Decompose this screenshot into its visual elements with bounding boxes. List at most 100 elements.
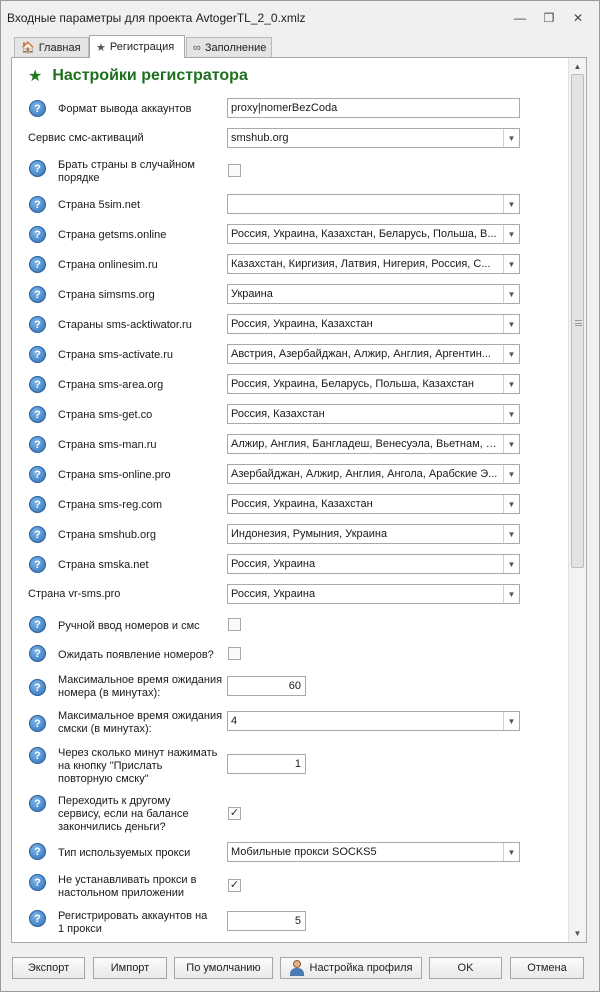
help-icon[interactable]: ? xyxy=(29,316,46,333)
field-label: 1 прокси xyxy=(58,923,102,935)
help-icon[interactable]: ? xyxy=(29,466,46,483)
help-icon[interactable]: ? xyxy=(29,496,46,513)
country-reg-select[interactable]: Россия, Украина, Казахстан ▼ xyxy=(227,494,520,514)
help-icon[interactable]: ? xyxy=(29,526,46,543)
random-order-checkbox[interactable] xyxy=(228,164,241,177)
select-value: Азербайджан, Алжир, Англия, Ангола, Араб… xyxy=(231,468,498,480)
country-5sim-select[interactable]: ▼ xyxy=(227,194,520,214)
help-icon[interactable]: ? xyxy=(29,910,46,927)
select-value: Россия, Украина, Беларусь, Польша, Казах… xyxy=(231,378,474,390)
country-get-select[interactable]: Россия, Казахстан ▼ xyxy=(227,404,520,424)
help-icon[interactable]: ? xyxy=(29,795,46,812)
switch-service-checkbox[interactable]: ✓ xyxy=(228,807,241,820)
help-icon[interactable]: ? xyxy=(29,256,46,273)
country-online-select[interactable]: Азербайджан, Алжир, Англия, Ангола, Араб… xyxy=(227,464,520,484)
close-icon[interactable]: ✕ xyxy=(570,10,586,26)
restore-icon[interactable]: ❐ xyxy=(541,10,557,26)
country-man-select[interactable]: Алжир, Англия, Бангладеш, Венесуэла, Вье… xyxy=(227,434,520,454)
country-activate-select[interactable]: Австрия, Азербайджан, Алжир, Англия, Арг… xyxy=(227,344,520,364)
help-icon[interactable]: ? xyxy=(29,160,46,177)
country-onlinesim-select[interactable]: Казахстан, Киргизия, Латвия, Нигерия, Ро… xyxy=(227,254,520,274)
ok-button[interactable]: OK xyxy=(429,957,502,979)
field-label: Страна onlinesim.ru xyxy=(58,259,158,271)
help-icon[interactable]: ? xyxy=(29,645,46,662)
field-label: Страна smshub.org xyxy=(58,529,156,541)
tab-filling[interactable]: ∞ Заполнение xyxy=(186,37,272,57)
tab-registration[interactable]: ★ Регистрация xyxy=(89,35,185,58)
help-icon[interactable]: ? xyxy=(29,874,46,891)
help-icon[interactable]: ? xyxy=(29,196,46,213)
chevron-down-icon: ▼ xyxy=(503,712,519,730)
help-icon[interactable]: ? xyxy=(29,843,46,860)
help-icon[interactable]: ? xyxy=(29,226,46,243)
wait-numbers-checkbox[interactable] xyxy=(228,647,241,660)
country-smska-select[interactable]: Россия, Украина ▼ xyxy=(227,554,520,574)
section-title: Настройки регистратора xyxy=(52,67,248,84)
field-label: Страна sms-activate.ru xyxy=(58,349,174,361)
resend-after-input[interactable]: 1 xyxy=(227,754,306,774)
sms-service-select[interactable]: smshub.org ▼ xyxy=(227,128,520,148)
max-wait-number-input[interactable]: 60 xyxy=(227,676,306,696)
output-format-input[interactable]: proxy|nomerBezCoda xyxy=(227,98,520,118)
help-icon[interactable]: ? xyxy=(29,747,46,764)
export-button[interactable]: Экспорт xyxy=(12,957,85,979)
country-smshub-select[interactable]: Индонезия, Румыния, Украина ▼ xyxy=(227,524,520,544)
no-desktop-proxy-checkbox[interactable]: ✓ xyxy=(228,879,241,892)
max-wait-sms-select[interactable]: 4 ▼ xyxy=(227,711,520,731)
select-value: Россия, Украина, Казахстан xyxy=(231,318,373,330)
accounts-per-proxy-input[interactable]: 5 xyxy=(227,911,306,931)
chevron-down-icon: ▼ xyxy=(503,315,519,333)
help-icon[interactable]: ? xyxy=(29,616,46,633)
field-label: Страна sms-man.ru xyxy=(58,439,157,451)
scrollbar-thumb[interactable] xyxy=(571,74,584,568)
profile-settings-button[interactable]: Настройка профиля xyxy=(280,957,422,979)
chevron-down-icon: ▼ xyxy=(503,195,519,213)
proxy-type-select[interactable]: Мобильные прокси SOCKS5 ▼ xyxy=(227,842,520,862)
field-label: Стараны sms-acktiwator.ru xyxy=(58,319,192,331)
chevron-down-icon: ▼ xyxy=(503,285,519,303)
grip-icon xyxy=(575,320,582,326)
scroll-up-icon[interactable]: ▲ xyxy=(569,59,586,73)
minimize-icon[interactable]: — xyxy=(512,10,528,26)
field-label: закончились деньги? xyxy=(58,821,166,833)
home-icon: 🏠 xyxy=(21,42,35,54)
manual-input-checkbox[interactable] xyxy=(228,618,241,631)
chevron-down-icon: ▼ xyxy=(503,555,519,573)
cancel-button[interactable]: Отмена xyxy=(510,957,584,979)
tab-label: Регистрация xyxy=(109,41,175,53)
star-icon: ★ xyxy=(28,68,43,85)
help-icon[interactable]: ? xyxy=(29,286,46,303)
help-icon[interactable]: ? xyxy=(29,346,46,363)
scroll-down-icon[interactable]: ▼ xyxy=(569,926,586,940)
field-label: Регистрировать аккаунтов на xyxy=(58,910,208,922)
select-value: Индонезия, Румыния, Украина xyxy=(231,528,388,540)
help-icon[interactable]: ? xyxy=(29,376,46,393)
field-label: Страна sms-online.pro xyxy=(58,469,171,481)
default-button[interactable]: По умолчанию xyxy=(174,957,273,979)
field-label: Страна vr-sms.pro xyxy=(28,588,121,600)
help-icon[interactable]: ? xyxy=(29,556,46,573)
help-icon[interactable]: ? xyxy=(29,406,46,423)
country-simsms-select[interactable]: Украина ▼ xyxy=(227,284,520,304)
chevron-down-icon: ▼ xyxy=(503,525,519,543)
field-label: настольном приложении xyxy=(58,887,185,899)
country-actiwator-select[interactable]: Россия, Украина, Казахстан ▼ xyxy=(227,314,520,334)
user-profile-icon xyxy=(289,960,304,976)
select-value: Россия, Украина, Казахстан, Беларусь, По… xyxy=(231,228,497,240)
field-label: Страна sms-area.org xyxy=(58,379,164,391)
star-icon: ★ xyxy=(96,41,106,54)
country-area-select[interactable]: Россия, Украина, Беларусь, Польша, Казах… xyxy=(227,374,520,394)
help-icon[interactable]: ? xyxy=(29,715,46,732)
tab-main[interactable]: 🏠 Главная xyxy=(14,37,89,57)
help-icon[interactable]: ? xyxy=(29,436,46,453)
vertical-scrollbar[interactable]: ▲ ▼ xyxy=(568,58,586,942)
help-icon[interactable]: ? xyxy=(29,100,46,117)
country-getsms-select[interactable]: Россия, Украина, Казахстан, Беларусь, По… xyxy=(227,224,520,244)
country-vrsms-select[interactable]: Россия, Украина ▼ xyxy=(227,584,520,604)
infinity-icon: ∞ xyxy=(193,41,201,54)
window-title: Входные параметры для проекта AvtogerTL_… xyxy=(7,11,306,25)
import-button[interactable]: Импорт xyxy=(93,957,167,979)
select-value: 4 xyxy=(231,715,238,727)
help-icon[interactable]: ? xyxy=(29,679,46,696)
field-label: Страна simsms.org xyxy=(58,289,155,301)
